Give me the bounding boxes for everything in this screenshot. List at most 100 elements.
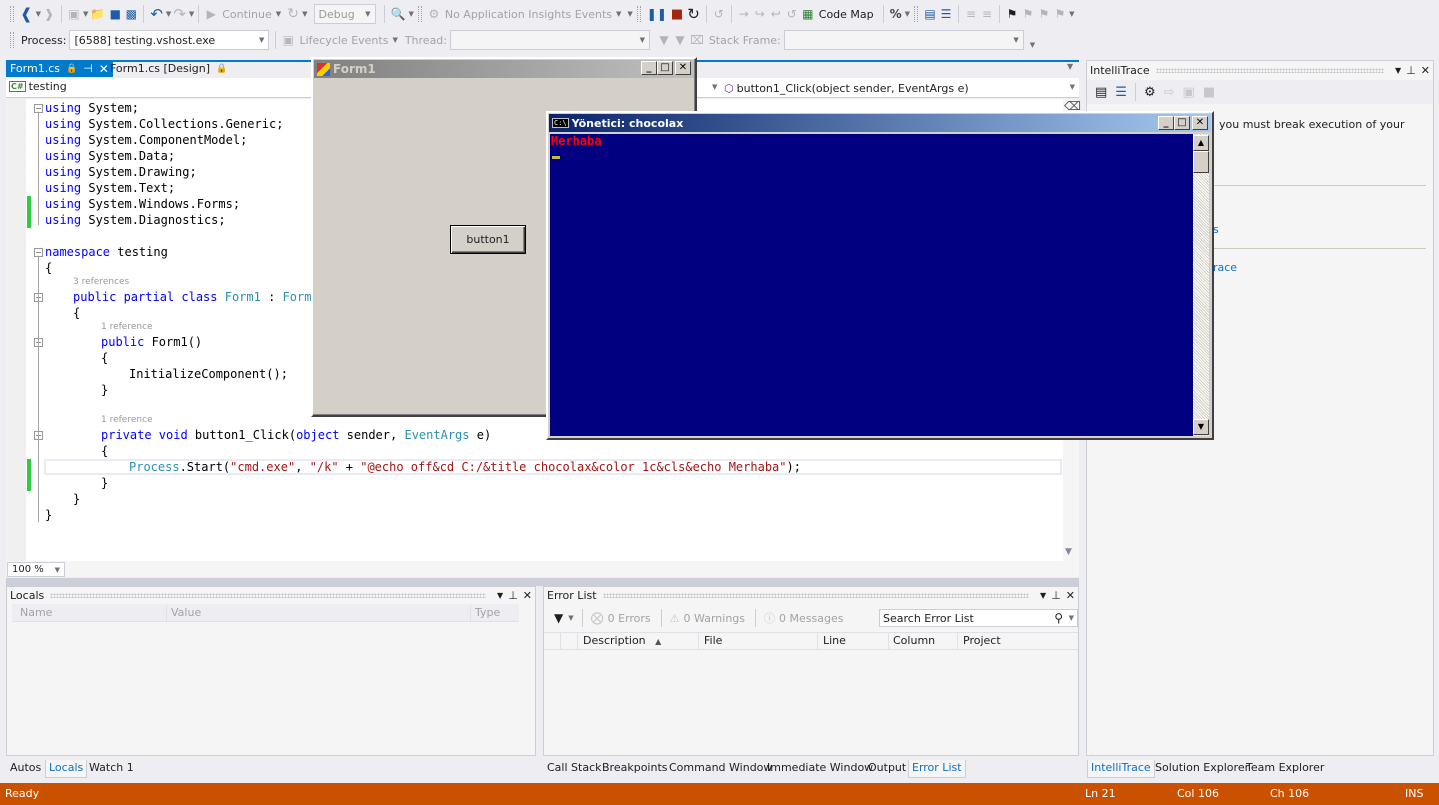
pin-icon[interactable]: ⊥ (1051, 589, 1061, 602)
tab-team-explorer[interactable]: Team Explorer (1243, 760, 1327, 778)
lifecycle-dropdown-icon[interactable]: ▼ (392, 36, 397, 44)
tab-form1-cs[interactable]: Form1.cs 🔒 ⊣ ✕ (6, 60, 113, 77)
intellitrace-link[interactable]: race (1213, 261, 1237, 274)
toolbar-overflow-icon[interactable]: ▼ (627, 10, 632, 18)
lifecycle-events-button[interactable]: Lifecycle Events (296, 34, 391, 47)
settings-gear-icon[interactable]: ⚙ (1144, 85, 1156, 100)
collapse-icon[interactable]: − (34, 248, 43, 257)
bookmark-icon[interactable]: ⚑ (1004, 4, 1020, 24)
continue-dropdown-icon[interactable]: ▼ (276, 10, 281, 18)
filter-icon[interactable]: ▼ (656, 30, 672, 50)
step-over-icon[interactable]: ↪ (752, 4, 768, 24)
member-dropdown[interactable]: ⬡ button1_Click(object sender, EventArgs… (724, 79, 1079, 97)
step-back-icon[interactable]: ↺ (784, 4, 800, 24)
form1-title-bar[interactable]: Form1 (314, 60, 694, 78)
minimize-button[interactable]: _ (641, 61, 657, 75)
pin-icon[interactable]: ⊥ (1406, 64, 1416, 77)
column-header-project[interactable]: Project (963, 633, 1001, 649)
codelens-references[interactable]: 1 reference (101, 415, 153, 425)
close-button[interactable]: ✕ (1192, 116, 1208, 130)
chevron-down-icon[interactable]: ▼ (712, 83, 717, 91)
filter-dropdown-icon[interactable]: ▼ (568, 614, 573, 622)
thread-select[interactable]: ▼ (450, 30, 650, 50)
messages-filter-button[interactable]: 0 Messages (779, 612, 843, 625)
save-all-icon[interactable]: ▩ (123, 4, 139, 24)
column-header-type[interactable]: Type (475, 605, 500, 621)
code-map-button[interactable]: Code Map (816, 8, 877, 21)
intellitrace-title-bar[interactable]: IntelliTrace ▼ ⊥ ✕ (1090, 61, 1430, 79)
column-header-line[interactable]: Line (823, 633, 846, 649)
pin-icon[interactable]: ⊥ (508, 589, 518, 602)
scroll-up-button[interactable]: ▲ (1193, 135, 1209, 151)
collapse-icon[interactable]: − (34, 104, 43, 113)
search-error-list-input[interactable]: Search Error List ⚲ ▼ (879, 609, 1078, 627)
show-all-threads-icon[interactable]: ⌧ (688, 30, 706, 50)
chevron-down-icon[interactable]: ▼ (1069, 614, 1074, 622)
undo-icon[interactable]: ↶ (148, 4, 165, 24)
process-select[interactable]: [6588] testing.vshost.exe ▼ (69, 30, 270, 50)
show-next-statement-icon[interactable]: ↺ (711, 4, 727, 24)
restart-debugging-icon[interactable]: ↻ (685, 4, 702, 24)
calls-view-icon[interactable]: ☰ (1115, 85, 1127, 100)
app-insights-button[interactable]: No Application Insights Events (442, 8, 615, 21)
maximize-button[interactable]: □ (1174, 116, 1190, 130)
back-icon[interactable]: ❰ (18, 4, 35, 24)
window-position-icon[interactable]: ▼ (1040, 591, 1046, 600)
redo-dropdown-icon[interactable]: ▼ (189, 10, 194, 18)
codelens-references[interactable]: 3 references (73, 277, 129, 287)
errors-filter-button[interactable]: 0 Errors (608, 612, 651, 625)
console-title-bar[interactable]: C:\ Yönetici: chocolax (549, 114, 1211, 132)
uncomment-icon[interactable]: ≡ (979, 4, 995, 24)
tab-output[interactable]: Output (865, 760, 909, 778)
scroll-down-button[interactable]: ▼ (1193, 419, 1209, 435)
prev-bookmark-icon[interactable]: ⚑ (1020, 4, 1036, 24)
stack-frame-select[interactable]: ▼ (783, 30, 1024, 50)
redo-icon[interactable]: ↷ (171, 4, 188, 24)
open-file-icon[interactable]: 📁 (88, 4, 107, 24)
go-to-live-icon[interactable]: ⇨ (1164, 85, 1175, 100)
tab-form1-design[interactable]: Form1.cs [Design] 🔒 (106, 60, 231, 77)
events-list-icon[interactable]: ▤ (1095, 85, 1107, 100)
tab-error-list[interactable]: Error List (908, 760, 966, 778)
toolbar-grip[interactable] (10, 32, 14, 48)
save-icon[interactable]: ■ (107, 4, 123, 24)
minimize-button[interactable]: _ (1158, 116, 1174, 130)
toolbar-overflow-icon[interactable]: ▼ (905, 10, 910, 18)
comment-out-icon[interactable]: ≡ (963, 4, 979, 24)
break-all-icon[interactable]: ❚❚ (645, 4, 669, 24)
horizontal-splitter[interactable] (6, 578, 1079, 586)
stop-debugging-icon[interactable]: ■ (669, 4, 685, 24)
restart-icon[interactable]: ↻ (285, 4, 301, 24)
close-icon[interactable]: ✕ (1066, 589, 1075, 602)
tab-locals[interactable]: Locals (45, 760, 88, 778)
tab-call-stack[interactable]: Call Stack (544, 760, 604, 778)
tab-solution-explorer[interactable]: Solution Explorer (1152, 760, 1252, 778)
forward-icon[interactable]: ❱ (41, 4, 57, 24)
clear-bookmarks-icon[interactable]: ⚑ (1052, 4, 1068, 24)
show-threads-icon[interactable]: ▤ (922, 4, 938, 24)
button1[interactable]: button1 (450, 225, 526, 254)
toolbar-overflow-icon[interactable]: ▼ (1069, 10, 1074, 18)
status-insert-mode[interactable]: INS (1405, 787, 1423, 800)
column-header-description[interactable]: Description ▲ (583, 633, 661, 649)
project-dropdown[interactable]: C# testing (9, 80, 67, 93)
codelens-references[interactable]: 1 reference (101, 322, 153, 332)
locals-title-bar[interactable]: Locals ▼ ⊥ ✕ (10, 586, 532, 604)
save-log-icon[interactable]: ■ (1203, 85, 1215, 100)
window-position-icon[interactable]: ▼ (1395, 66, 1401, 75)
tab-watch-1[interactable]: Watch 1 (86, 760, 137, 778)
console-output[interactable] (550, 134, 1193, 436)
hex-display-icon[interactable]: % (888, 4, 904, 24)
close-icon[interactable]: ✕ (1421, 64, 1430, 77)
column-header-name[interactable]: Name (20, 605, 52, 621)
toolbar-overflow-icon[interactable]: ▼ (408, 10, 413, 18)
step-into-icon[interactable]: → (736, 4, 752, 24)
tab-intellitrace[interactable]: IntelliTrace (1087, 760, 1155, 778)
tab-breakpoints[interactable]: Breakpoints (599, 760, 671, 778)
column-header-value[interactable]: Value (171, 605, 201, 621)
active-files-dropdown-icon[interactable]: ▼ (1067, 62, 1073, 71)
find-in-files-icon[interactable]: 🔍 (389, 4, 408, 24)
continue-button[interactable]: Continue (219, 8, 274, 21)
warnings-filter-button[interactable]: 0 Warnings (684, 612, 745, 625)
new-project-icon[interactable]: ▣ (66, 4, 82, 24)
